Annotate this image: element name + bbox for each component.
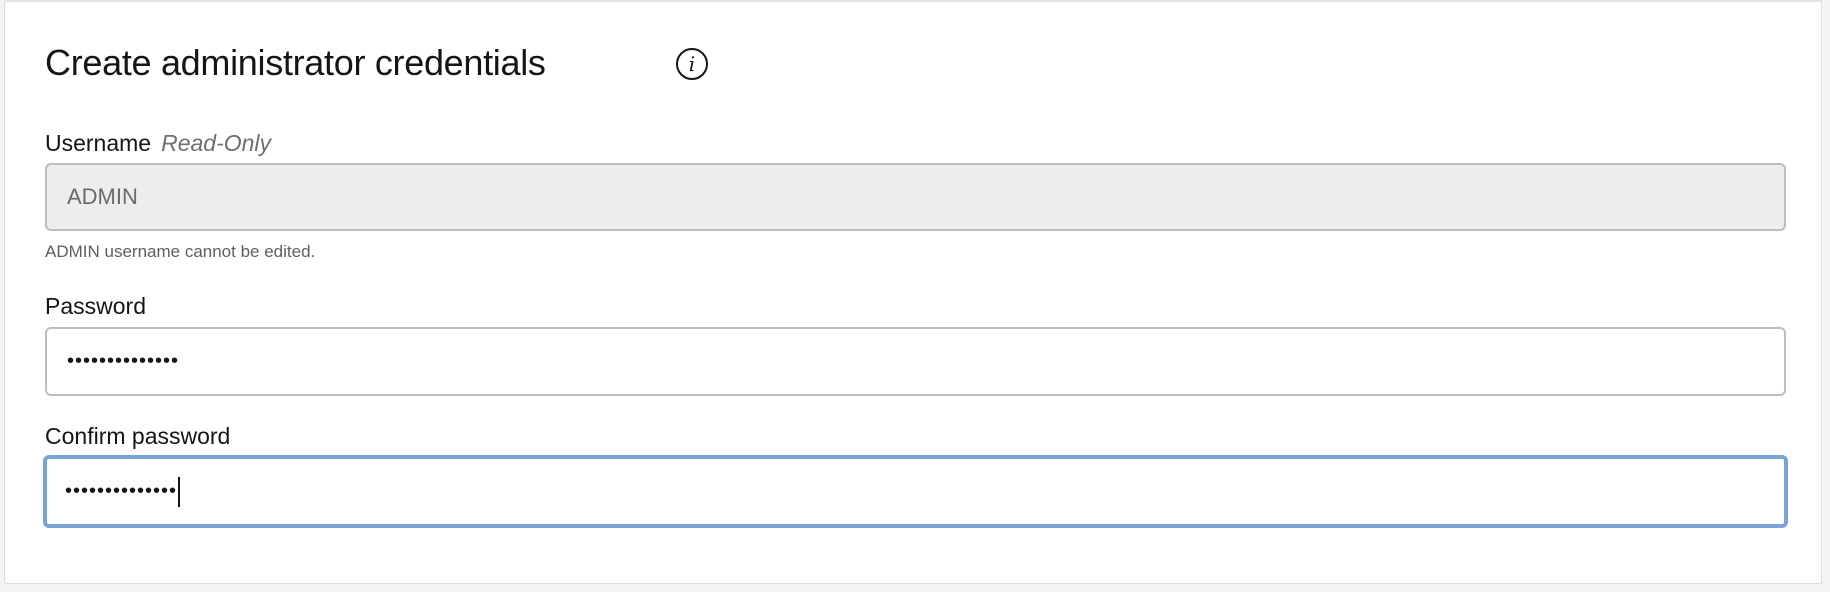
confirm-password-label: Confirm password — [45, 423, 231, 449]
password-input[interactable]: •••••••••••••• — [45, 327, 1786, 396]
username-help-text: ADMIN username cannot be edited. — [45, 242, 316, 261]
admin-credentials-card: Create administrator credentials i Usern… — [4, 0, 1822, 584]
username-label-text: Username — [45, 130, 152, 156]
username-input: ADMIN — [45, 163, 1786, 231]
confirm-password-input[interactable]: •••••••••••••• — [43, 455, 1788, 528]
username-value: ADMIN — [67, 184, 138, 209]
text-caret — [178, 476, 181, 507]
section-title: Create administrator credentials — [45, 42, 546, 83]
read-only-tag: Read-Only — [161, 130, 272, 156]
password-value: •••••••••••••• — [67, 350, 180, 372]
info-icon[interactable]: i — [676, 48, 708, 80]
password-label: Password — [45, 293, 146, 319]
confirm-password-value: •••••••••••••• — [65, 480, 178, 502]
username-label: Username Read-Only — [45, 130, 271, 157]
